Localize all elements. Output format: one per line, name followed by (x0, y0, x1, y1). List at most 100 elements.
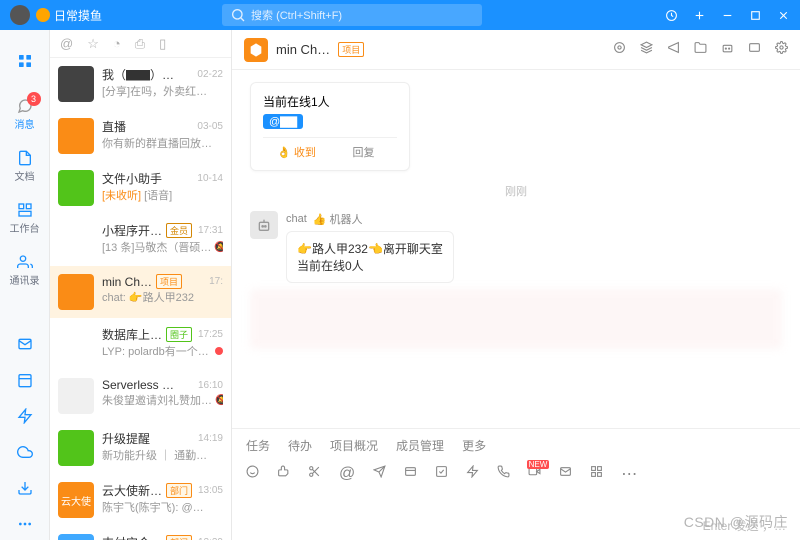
sidebar-item-messages[interactable]: 消息 3 (5, 90, 45, 138)
compose-toolbar: @ NEW ⋯ (232, 458, 800, 490)
header-announce-icon[interactable] (667, 41, 680, 59)
conv-preview: 陈宇飞(陈宇飞): @… (102, 499, 223, 515)
conv-avatar (58, 118, 94, 154)
chat-title: min Ch… (276, 42, 330, 57)
maximize-button[interactable] (748, 8, 762, 22)
header-folder-icon[interactable] (694, 41, 707, 59)
bot-name: chat (286, 213, 307, 225)
sidebar-bottom-email[interactable] (5, 328, 45, 360)
sidebar-bottom-download[interactable] (5, 472, 45, 504)
conv-preview: 你有新的群直播回放… (102, 135, 223, 151)
sidebar-bottom-calendar[interactable] (5, 364, 45, 396)
minimize-button[interactable] (720, 8, 734, 22)
conv-tag: 部门 (166, 483, 192, 498)
chat-tag: 项目 (338, 42, 364, 57)
mute-icon: 🔕 (215, 395, 223, 406)
compose-area: 任务 待办 项目概况 成员管理 更多 @ NEW (232, 428, 800, 540)
filter-at-icon[interactable]: @ (60, 36, 73, 51)
history-icon[interactable] (664, 8, 678, 22)
at-icon[interactable]: @ (339, 465, 355, 483)
conv-name: 云大使新… (102, 482, 162, 499)
conv-time: 14:19 (198, 433, 223, 444)
action-receive[interactable]: 👌 收到 (263, 144, 330, 160)
conv-tag: 金员 (166, 223, 192, 238)
bot-message: chat 👍 机器人 👉路人甲232👈离开聊天室 当前在线0人 (250, 211, 782, 283)
grid-icon[interactable] (590, 465, 603, 483)
sidebar: 消息 3 文档 工作台 通讯录 (0, 30, 50, 540)
sidebar-item-contacts[interactable]: 通讯录 (5, 246, 45, 294)
conversation-item[interactable]: 直播 03-05 你有新的群直播回放… (50, 110, 231, 162)
tab-members[interactable]: 成员管理 (396, 437, 444, 454)
filter-star-icon[interactable]: ☆ (87, 36, 99, 52)
compose-input[interactable]: Enter 发送 ，… (232, 490, 800, 540)
sidebar-label: 消息 (15, 116, 35, 131)
status-dot (36, 8, 50, 22)
check-icon[interactable] (435, 465, 448, 483)
conv-avatar (58, 378, 94, 414)
chat-avatar (244, 38, 268, 62)
card-line: 当前在线1人 (263, 93, 397, 110)
action-reply[interactable]: 回复 (330, 144, 397, 160)
conv-tag: 圈子 (166, 327, 192, 342)
conv-avatar (58, 326, 94, 362)
tab-overview[interactable]: 项目概况 (330, 437, 378, 454)
search-input[interactable]: 搜索 (Ctrl+Shift+F) (222, 4, 482, 26)
sidebar-bottom-more[interactable] (5, 508, 45, 540)
conv-avatar: 云大使 (58, 482, 94, 518)
conversation-item[interactable]: 小程序开… 金员 17:31 [13 条]马敬杰（晋硕… 🔕 (50, 214, 231, 266)
like-icon[interactable] (277, 465, 290, 483)
filter-doc-icon[interactable]: ▯ (159, 36, 166, 52)
sidebar-item-workspace[interactable]: 工作台 (5, 194, 45, 242)
scissors-icon[interactable] (308, 465, 321, 483)
message-area: 当前在线1人 @▇▇ 👌 收到 回复 刚刚 chat 👍 (232, 70, 800, 428)
sidebar-label: 文档 (15, 168, 35, 183)
close-button[interactable] (776, 8, 790, 22)
bot-avatar (250, 211, 278, 239)
conversation-item[interactable]: 我（▇▇）… 02-22 [分享]在吗，外卖红… (50, 58, 231, 110)
header-screenshot-icon[interactable] (613, 41, 626, 59)
header-chat-icon[interactable] (748, 41, 761, 59)
conversation-item[interactable]: 云大使 云大使新… 部门 13:05 陈宇飞(陈宇飞): @… (50, 474, 231, 526)
send-icon[interactable] (373, 465, 386, 483)
conv-time: 17:31 (198, 225, 223, 236)
conv-tag: 项目 (156, 274, 182, 289)
phone-icon[interactable] (497, 465, 510, 483)
conversation-item[interactable]: 支付宝合… 部门 12:29 (50, 526, 231, 540)
card-icon[interactable] (404, 465, 417, 483)
sidebar-bottom-flash[interactable] (5, 400, 45, 432)
conversation-item[interactable]: 升级提醒 14:19 新功能升级 ｜ 通勤… (50, 422, 231, 474)
sidebar-label: 工作台 (10, 220, 40, 235)
header-robot-icon[interactable] (721, 41, 734, 59)
emoji-icon[interactable] (246, 465, 259, 483)
conv-preview: [未收听] [语音] (102, 187, 223, 203)
conversation-list: @ ☆ ◔ ⎙ ▯ 我（▇▇）… 02-22 [分享]在吗，外卖红… (50, 30, 232, 540)
conversation-item[interactable]: 数据库上… 圈子 17:25 LYP: polardb有一个… (50, 318, 231, 370)
filter-clock-icon[interactable]: ◔ (113, 36, 121, 51)
sidebar-bottom-cloud[interactable] (5, 436, 45, 468)
tab-tasks[interactable]: 任务 (246, 437, 270, 454)
sidebar-item-apps[interactable] (5, 38, 45, 86)
conv-time: 13:05 (198, 485, 223, 496)
plus-icon[interactable] (692, 8, 706, 22)
conv-avatar (58, 274, 94, 310)
tab-todo[interactable]: 待办 (288, 437, 312, 454)
conversation-item[interactable]: Serverless Ku… 16:10 朱俊望邀请刘礼赞加… 🔕 (50, 370, 231, 422)
unread-dot (215, 347, 223, 355)
tab-more[interactable]: 更多 (462, 437, 486, 454)
compose-tabs: 任务 待办 项目概况 成员管理 更多 (232, 429, 800, 458)
conv-avatar (58, 222, 94, 258)
user-avatar[interactable] (10, 5, 30, 25)
mail-icon[interactable] (559, 465, 572, 483)
time-divider: 刚刚 (250, 183, 782, 199)
header-stack-icon[interactable] (640, 41, 653, 59)
filter-phone-icon[interactable]: ⎙ (135, 36, 145, 52)
flash-icon[interactable] (466, 465, 479, 483)
more-icon[interactable]: ⋯ (621, 464, 637, 484)
video-icon[interactable]: NEW (528, 465, 541, 483)
sidebar-item-docs[interactable]: 文档 (5, 142, 45, 190)
conversation-item[interactable]: min Ch… 项目 17: chat: 👉路人甲232 (50, 266, 231, 318)
mention-chip[interactable]: @▇▇ (263, 114, 303, 129)
sidebar-label: 通讯录 (10, 272, 40, 287)
conversation-item[interactable]: 文件小助手 10-14 [未收听] [语音] (50, 162, 231, 214)
header-settings-icon[interactable] (775, 41, 788, 59)
